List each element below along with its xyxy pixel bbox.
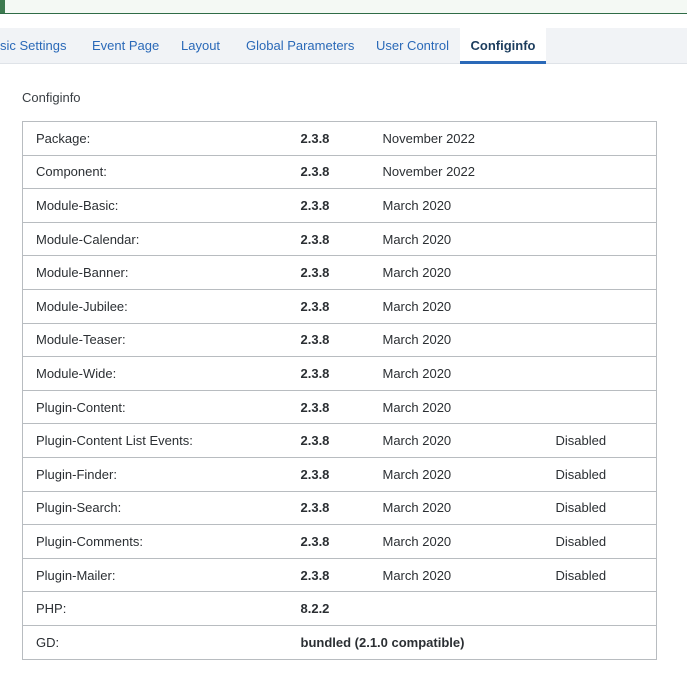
component-name-cell: Package: [22, 121, 301, 156]
component-name-cell: Plugin-Content: [22, 389, 301, 425]
table-row: Plugin-Mailer: 2.3.8 March 2020 Disabled [22, 557, 657, 593]
status-cell: Disabled [555, 557, 657, 593]
version-cell: 2.3.8 [300, 188, 383, 223]
version-cell: bundled (2.1.0 compatible) [300, 624, 657, 660]
date-cell: March 2020 [382, 322, 556, 358]
date-cell: March 2020 [382, 255, 556, 290]
top-strip [0, 0, 687, 14]
tab-event-page[interactable]: Event Page [80, 28, 171, 63]
table-row: Component: 2.3.8 November 2022 [22, 154, 657, 190]
status-cell [555, 154, 657, 190]
table-row: Module-Teaser: 2.3.8 March 2020 [22, 322, 657, 358]
date-cell: March 2020 [382, 490, 556, 526]
component-name-cell: Module-Banner: [22, 255, 301, 290]
table-row: Plugin-Search: 2.3.8 March 2020 Disabled [22, 490, 657, 526]
table-row: PHP: 8.2.2 [22, 591, 657, 626]
component-name-cell: GD: [22, 624, 301, 660]
table-row: Module-Calendar: 2.3.8 March 2020 [22, 221, 657, 257]
config-info-body: Package: 2.3.8 November 2022 Component: 2.3.… [22, 121, 657, 660]
status-cell [555, 188, 657, 223]
date-cell: March 2020 [382, 356, 556, 391]
component-name-cell: Plugin-Finder: [22, 456, 301, 492]
table-row: GD: bundled (2.1.0 compatible) [22, 624, 657, 660]
version-cell: 2.3.8 [300, 524, 383, 559]
tab-layout[interactable]: Layout [169, 28, 232, 63]
date-cell: March 2020 [382, 188, 556, 223]
version-cell: 2.3.8 [300, 255, 383, 290]
status-cell [555, 255, 657, 290]
component-name-cell: Plugin-Comments: [22, 524, 301, 559]
date-cell [382, 591, 556, 626]
component-name-cell: Plugin-Mailer: [22, 557, 301, 593]
section-title: Configinfo [22, 90, 81, 105]
version-cell: 2.3.8 [300, 322, 383, 358]
date-cell: March 2020 [382, 557, 556, 593]
status-cell [555, 288, 657, 324]
component-name-cell: Component: [22, 154, 301, 190]
tab-basic-settings[interactable]: sic Settings [0, 28, 78, 63]
component-name-cell: Plugin-Search: [22, 490, 301, 526]
status-cell [555, 356, 657, 391]
table-row: Plugin-Content: 2.3.8 March 2020 [22, 389, 657, 425]
component-name-cell: Plugin-Content List Events: [22, 423, 301, 458]
component-name-cell: Module-Basic: [22, 188, 301, 223]
table-row: Module-Jubilee: 2.3.8 March 2020 [22, 288, 657, 324]
tab-configinfo[interactable]: Configinfo [460, 28, 546, 64]
date-cell: March 2020 [382, 456, 556, 492]
table-row: Module-Basic: 2.3.8 March 2020 [22, 188, 657, 223]
tab-bar: sic Settings Event Page Layout Global Pa… [0, 28, 687, 64]
config-info-table: Package: 2.3.8 November 2022 Component: 2.3.… [22, 121, 657, 660]
status-cell [555, 389, 657, 425]
date-cell: March 2020 [382, 221, 556, 257]
version-cell: 8.2.2 [300, 591, 383, 626]
date-cell: March 2020 [382, 389, 556, 425]
status-cell: Disabled [555, 456, 657, 492]
version-cell: 2.3.8 [300, 221, 383, 257]
date-cell: November 2022 [382, 154, 556, 190]
version-cell: 2.3.8 [300, 389, 383, 425]
table-row: Module-Banner: 2.3.8 March 2020 [22, 255, 657, 290]
version-cell: 2.3.8 [300, 557, 383, 593]
version-cell: 2.3.8 [300, 423, 383, 458]
status-cell: Disabled [555, 490, 657, 526]
table-row: Package: 2.3.8 November 2022 [22, 121, 657, 156]
table-row: Module-Wide: 2.3.8 March 2020 [22, 356, 657, 391]
version-cell: 2.3.8 [300, 288, 383, 324]
table-row: Plugin-Comments: 2.3.8 March 2020 Disabled [22, 524, 657, 559]
date-cell: March 2020 [382, 288, 556, 324]
tab-user-control[interactable]: User Control [364, 28, 461, 63]
status-cell [555, 121, 657, 156]
component-name-cell: Module-Wide: [22, 356, 301, 391]
component-name-cell: Module-Calendar: [22, 221, 301, 257]
date-cell: March 2020 [382, 524, 556, 559]
top-strip-edge [0, 0, 5, 13]
version-cell: 2.3.8 [300, 356, 383, 391]
status-cell: Disabled [555, 423, 657, 458]
date-cell: March 2020 [382, 423, 556, 458]
table-row: Plugin-Finder: 2.3.8 March 2020 Disabled [22, 456, 657, 492]
status-cell [555, 322, 657, 358]
status-cell [555, 591, 657, 626]
component-name-cell: PHP: [22, 591, 301, 626]
date-cell: November 2022 [382, 121, 556, 156]
tab-global-parameters[interactable]: Global Parameters [233, 28, 367, 63]
version-cell: 2.3.8 [300, 154, 383, 190]
version-cell: 2.3.8 [300, 121, 383, 156]
component-name-cell: Module-Teaser: [22, 322, 301, 358]
version-cell: 2.3.8 [300, 490, 383, 526]
table-row: Plugin-Content List Events: 2.3.8 March 20… [22, 423, 657, 458]
status-cell: Disabled [555, 524, 657, 559]
component-name-cell: Module-Jubilee: [22, 288, 301, 324]
version-cell: 2.3.8 [300, 456, 383, 492]
status-cell [555, 221, 657, 257]
